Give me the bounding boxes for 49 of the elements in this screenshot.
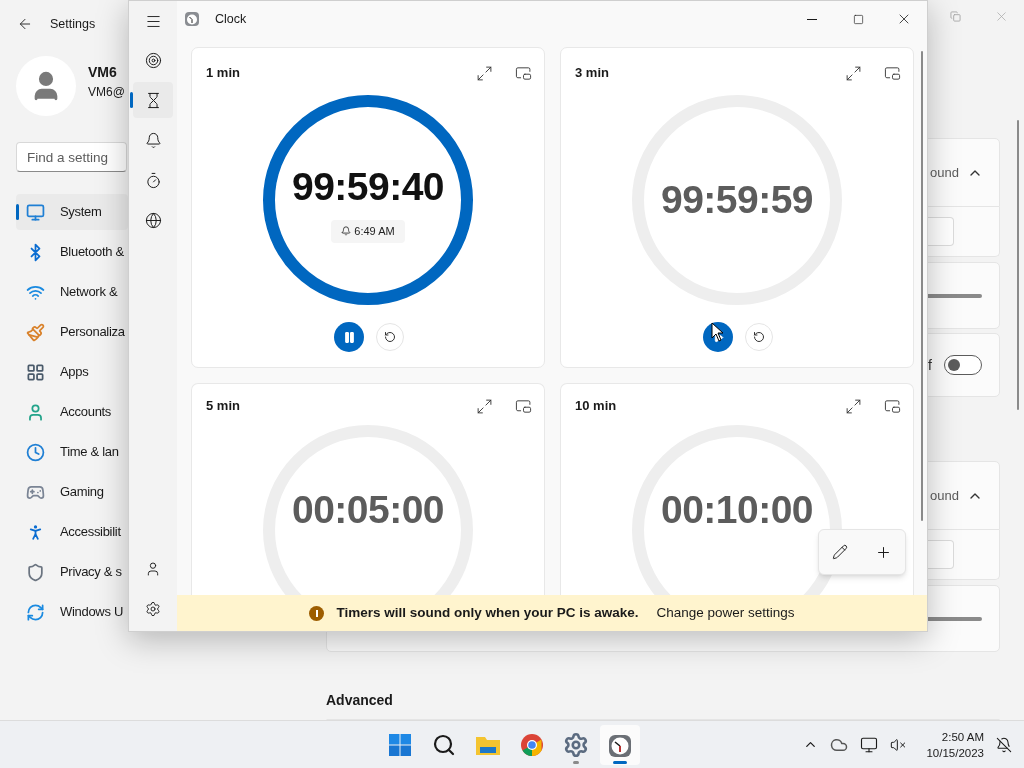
timer-title: 1 min <box>206 64 241 83</box>
nav-label: Gaming <box>60 483 104 502</box>
user-email: VM6@ <box>88 83 125 101</box>
timer-card[interactable]: 5 min 00:05:00 <box>191 383 545 597</box>
timer-title: 5 min <box>206 397 241 416</box>
nav-item[interactable]: Bluetooth & <box>16 234 128 270</box>
toggle-label: f <box>928 355 932 375</box>
nav-label: Bluetooth & <box>60 243 124 262</box>
nav-label: Accessibilit <box>60 523 121 542</box>
nav-label: Network & <box>60 283 118 302</box>
nav-item[interactable]: Privacy & s <box>16 554 128 590</box>
timer-title: 10 min <box>575 397 618 416</box>
power-settings-link[interactable]: Change power settings <box>656 602 795 624</box>
setting-label: ound <box>930 486 959 505</box>
tray-time: 2:50 AM <box>941 729 984 745</box>
nav-label: Accounts <box>60 403 112 422</box>
timer-time: 99:59:40 <box>291 163 445 210</box>
window-title: Clock <box>215 10 247 28</box>
nav-label: Personaliza <box>60 323 125 342</box>
timer-time: 00:05:00 <box>291 487 445 534</box>
window-title: Settings <box>50 15 96 33</box>
setting-label: ound <box>930 163 959 182</box>
timer-title: 3 min <box>575 64 610 83</box>
nav-item[interactable]: Windows U <box>16 594 128 630</box>
nav-item[interactable]: Network & <box>16 274 128 310</box>
nav-label: Time & lan <box>60 443 119 462</box>
nav-item[interactable]: Apps <box>16 354 128 390</box>
tray-date: 10/15/2023 <box>926 745 984 761</box>
user-name: VM6 <box>88 62 118 82</box>
banner-message: Timers will sound only when your PC is awake. <box>336 603 639 622</box>
nav-item[interactable]: Time & lan <box>16 434 128 470</box>
nav-label: Windows U <box>60 603 124 622</box>
nav-label: System <box>60 203 102 222</box>
nav-item[interactable]: Accounts <box>16 394 128 430</box>
nav-item[interactable]: Accessibilit <box>16 514 128 550</box>
timer-card[interactable]: 3 min 99:59:59 <box>560 47 914 368</box>
alarm-time: 6:49 AM <box>354 224 395 239</box>
nav-item[interactable]: Personaliza <box>16 314 128 350</box>
nav-item[interactable]: Gaming <box>16 474 128 510</box>
search-field[interactable]: Find a setting <box>16 142 127 172</box>
timer-time: 99:59:59 <box>660 176 814 223</box>
clock-area[interactable]: 2:50 AM 10/15/2023 <box>926 728 984 761</box>
timer-card[interactable]: 1 min 99:59:40 6:49 AM <box>191 47 545 368</box>
section-heading: Advanced <box>326 691 394 710</box>
nav-label: Apps <box>60 363 89 382</box>
timer-time: 00:10:00 <box>660 487 814 534</box>
timer-card[interactable]: 10 min 00:10:00 <box>560 383 914 597</box>
nav-item[interactable]: System <box>16 194 128 230</box>
nav-label: Privacy & s <box>60 563 122 582</box>
